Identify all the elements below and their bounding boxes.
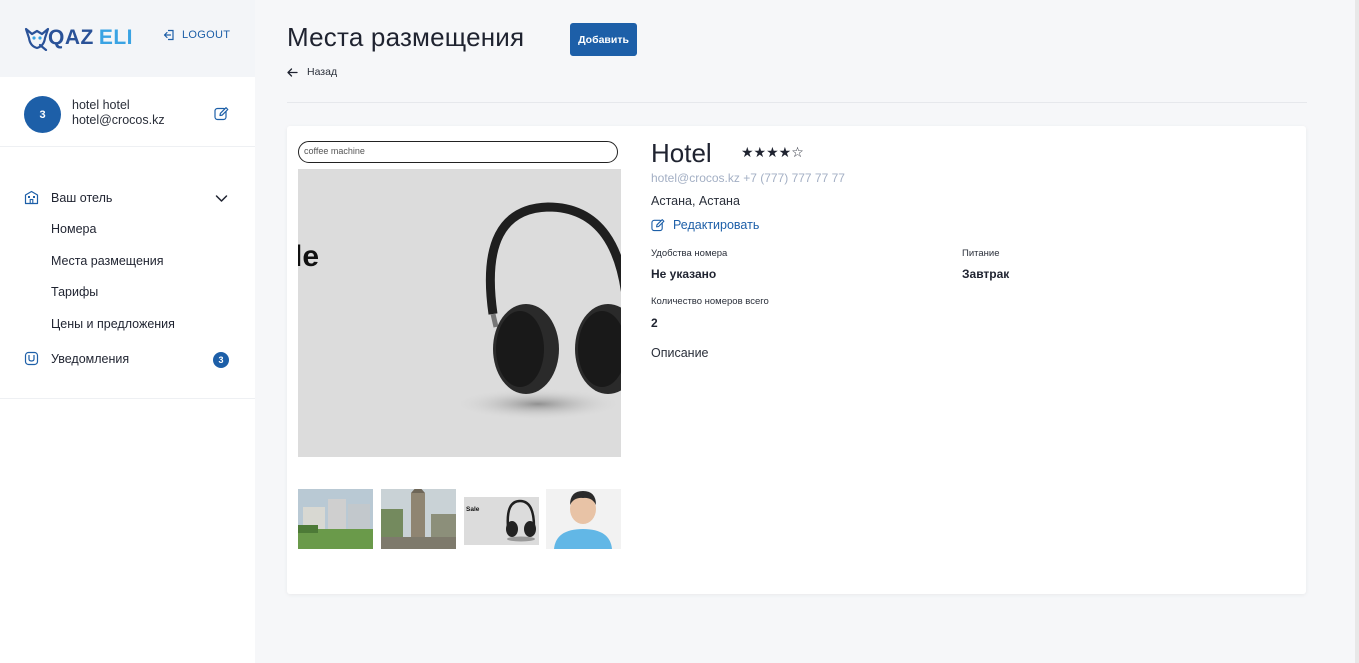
arrow-left-icon: [287, 67, 298, 77]
thumbnail-sale-text: Sale: [466, 506, 480, 513]
notifications-icon: [24, 351, 39, 366]
sidebar-item-prices[interactable]: Цены и предложения: [51, 317, 175, 331]
divider: [287, 102, 1307, 103]
logo-text: QAZ ELI: [48, 26, 133, 50]
owl-logo-icon: [24, 27, 50, 51]
sidebar-item-rooms[interactable]: Номера: [51, 222, 96, 236]
sidebar: QAZ ELI LOGOUT 3 hotel hotel hotel@crocos…: [0, 0, 255, 663]
user-name: hotel hotel: [72, 98, 130, 112]
back-label: Назад: [307, 66, 338, 78]
logo[interactable]: QAZ ELI: [24, 25, 133, 51]
hotel-city: Астана, Астана: [651, 194, 740, 208]
sidebar-item-notifications-label: Уведомления: [51, 351, 130, 366]
hotel-card: coffee machine le Sale Hotel ★★★★☆ hotel…: [287, 126, 1306, 594]
sidebar-item-hotel-label: Ваш отель: [51, 190, 113, 205]
person-thumbnail-image: [546, 489, 621, 549]
photo-background: le: [298, 169, 621, 457]
meals-label: Питание: [962, 248, 1000, 259]
amenities-value: Не указано: [651, 267, 717, 281]
logo-text-qaz: QAZ: [48, 26, 94, 49]
amenities-label: Удобства номера: [651, 248, 728, 259]
edit-icon: [651, 219, 665, 232]
sidebar-header: QAZ ELI LOGOUT: [0, 0, 255, 77]
user-panel: 3 hotel hotel hotel@crocos.kz: [0, 77, 255, 147]
rooms-count-value: 2: [651, 316, 658, 330]
user-email: hotel@crocos.kz: [72, 113, 165, 127]
sidebar-item-notifications[interactable]: Уведомления: [24, 351, 129, 366]
sidebar-nav: Ваш отель Номера Места размещения Тарифы…: [0, 147, 255, 399]
thumbnail-tower[interactable]: [381, 489, 456, 549]
chevron-down-icon[interactable]: [215, 194, 228, 203]
thumbnail-building[interactable]: [298, 489, 373, 549]
avatar[interactable]: 3: [24, 96, 61, 133]
scrollbar[interactable]: [1355, 0, 1359, 663]
star-rating: ★★★★☆: [741, 144, 804, 160]
tower-thumbnail-image: [381, 489, 456, 549]
edit-hotel-label: Редактировать: [673, 218, 760, 232]
back-link[interactable]: Назад: [287, 66, 337, 78]
logo-text-eli: ELI: [98, 26, 133, 49]
sidebar-item-hotel[interactable]: Ваш отель: [24, 190, 112, 205]
headphones-image: [453, 202, 621, 420]
edit-profile-icon[interactable]: [214, 106, 229, 121]
hotel-name: Hotel: [651, 138, 712, 168]
logout-button[interactable]: LOGOUT: [163, 29, 230, 41]
add-button[interactable]: Добавить: [570, 23, 637, 56]
sidebar-item-tariffs[interactable]: Тарифы: [51, 285, 98, 299]
hotel-contact: hotel@crocos.kz +7 (777) 777 77 77: [651, 171, 845, 185]
main-content: Места размещения Добавить Назад coffee m…: [255, 0, 1359, 663]
headphones-thumbnail-image: [464, 489, 539, 549]
main-photo[interactable]: coffee machine le: [298, 137, 621, 457]
thumbnail-headphones[interactable]: Sale: [464, 489, 539, 549]
photo-search-bar: coffee machine: [298, 141, 618, 163]
logout-icon: [163, 29, 174, 41]
page-title: Места размещения: [287, 22, 525, 52]
sidebar-item-accommodations[interactable]: Места размещения: [51, 254, 164, 268]
meals-value: Завтрак: [962, 267, 1010, 281]
description-label: Описание: [651, 346, 709, 360]
edit-hotel-button[interactable]: Редактировать: [651, 218, 759, 232]
thumbnail-strip: Sale: [298, 489, 621, 549]
rooms-count-label: Количество номеров всего: [651, 296, 769, 307]
logout-label: LOGOUT: [182, 29, 231, 41]
building-thumbnail-image: [298, 489, 373, 549]
notifications-badge: 3: [213, 352, 229, 368]
hotel-icon: [24, 190, 39, 205]
thumbnail-person[interactable]: [546, 489, 621, 549]
